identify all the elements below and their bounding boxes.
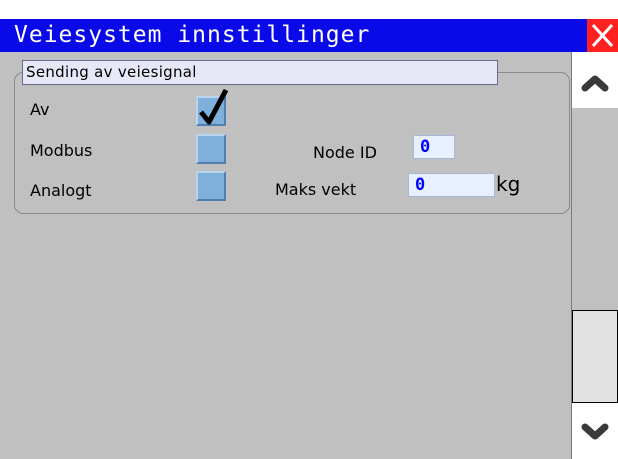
vertical-scrollbar[interactable] (571, 52, 618, 459)
max-weight-input[interactable]: 0 (408, 173, 495, 197)
title-bar: Veiesystem innstillinger (0, 0, 618, 52)
close-x-icon (591, 23, 614, 48)
option-label-av: Av (30, 100, 50, 119)
option-label-analogt: Analogt (30, 181, 92, 200)
chevron-up-icon (581, 75, 609, 92)
checkmark-icon (199, 88, 229, 125)
checkbox-modbus[interactable] (196, 134, 226, 164)
chevron-down-icon (581, 423, 609, 440)
checkbox-av[interactable] (196, 88, 229, 126)
checkbox-analogt[interactable] (196, 171, 226, 201)
node-id-input[interactable]: 0 (413, 135, 455, 159)
close-button[interactable] (587, 19, 618, 52)
option-label-modbus: Modbus (30, 141, 93, 160)
max-weight-unit: kg (496, 172, 521, 196)
scroll-down-button[interactable] (572, 403, 618, 459)
node-id-label: Node ID (313, 143, 377, 162)
scroll-thumb[interactable] (572, 310, 618, 403)
group-title: Sending av veiesignal (22, 60, 498, 85)
window-title: Veiesystem innstillinger (14, 22, 371, 48)
scroll-up-button[interactable] (572, 52, 618, 108)
max-weight-label: Maks vekt (275, 180, 357, 199)
